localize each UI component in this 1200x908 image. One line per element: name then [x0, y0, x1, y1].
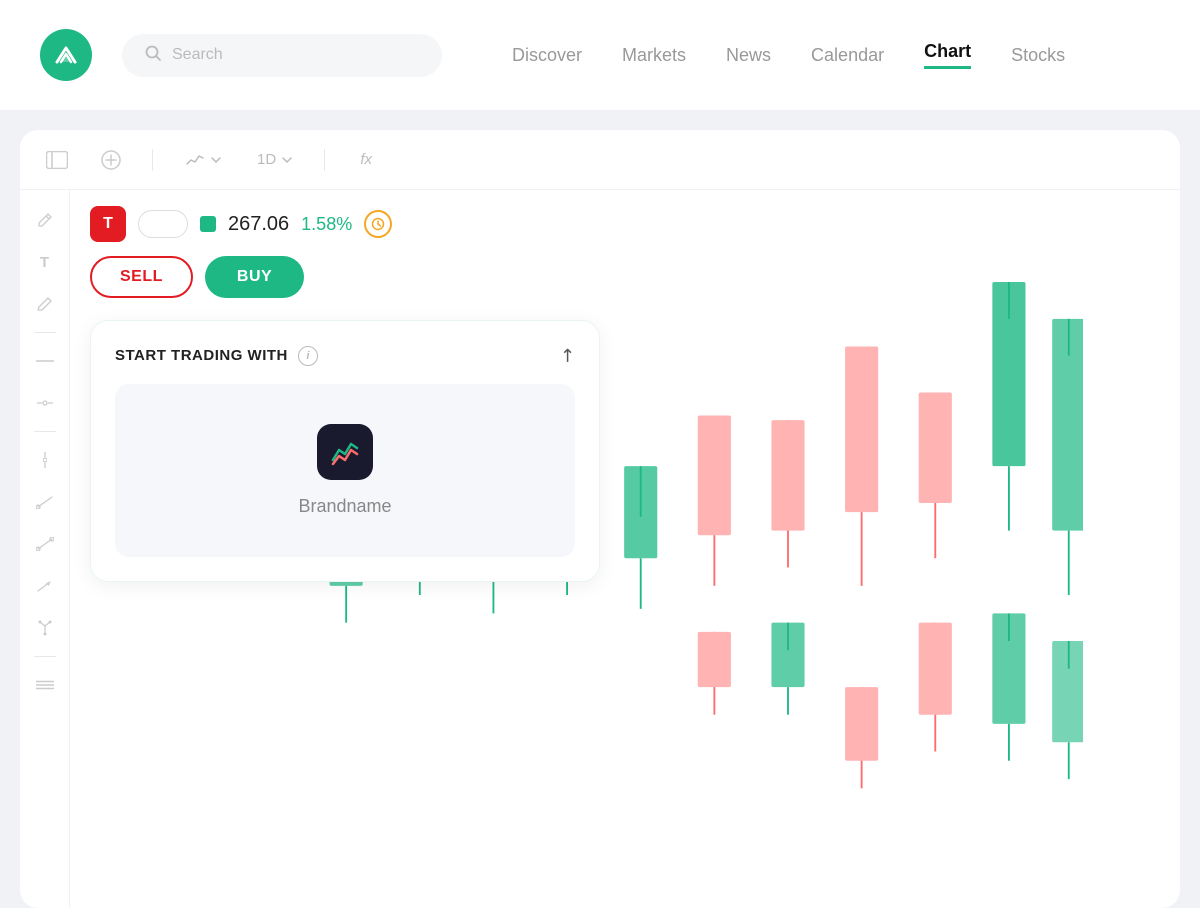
left-tools-panel: T [20, 190, 70, 908]
chart-canvas: T 267.06 1.58% [70, 190, 1180, 908]
search-input-label: Search [172, 46, 223, 64]
tesla-logo: T [90, 206, 126, 242]
trading-widget: START TRADING WITH i ↗ [90, 320, 600, 582]
stock-pill [138, 210, 188, 238]
trade-buttons: SELL BUY [90, 256, 392, 298]
stock-change: 1.58% [301, 214, 352, 235]
timeframe-label: 1D [257, 151, 276, 168]
sell-button[interactable]: SELL [90, 256, 193, 298]
brand-logo-icon [317, 424, 373, 480]
header: Search Discover Markets News Calendar Ch… [0, 0, 1200, 110]
add-indicator-button[interactable] [94, 143, 128, 177]
chart-area: T [20, 190, 1180, 908]
nav-calendar[interactable]: Calendar [811, 45, 884, 66]
nav-markets[interactable]: Markets [622, 45, 686, 66]
main-content: 1D fx T [0, 110, 1200, 908]
search-bar[interactable]: Search [122, 34, 442, 77]
toolbar-divider-2 [324, 149, 325, 171]
fork-tool[interactable] [29, 612, 61, 644]
info-icon[interactable]: i [298, 346, 318, 366]
toolbar: 1D fx [20, 130, 1180, 190]
stock-price: 267.06 [228, 213, 289, 236]
brand-name-label: Brandname [298, 496, 391, 517]
nav-chart[interactable]: Chart [924, 41, 971, 69]
toolbar-divider-1 [152, 149, 153, 171]
trend-line-tool[interactable] [29, 528, 61, 560]
arrow-tool[interactable] [29, 570, 61, 602]
fx-label: fx [360, 151, 372, 168]
vertical-line-tool[interactable] [29, 444, 61, 476]
fx-button[interactable]: fx [349, 143, 383, 177]
tool-divider-2 [34, 431, 56, 432]
stock-color-indicator [200, 216, 216, 232]
text-tool[interactable]: T [29, 246, 61, 278]
search-icon [144, 44, 162, 67]
external-link-icon[interactable]: ↗ [555, 343, 581, 369]
stock-info-panel: T 267.06 1.58% [90, 206, 392, 298]
brand-card[interactable]: Brandname [115, 384, 575, 557]
tool-divider-1 [34, 332, 56, 333]
nav-news[interactable]: News [726, 45, 771, 66]
timeframe-dropdown[interactable]: 1D [249, 147, 300, 172]
stock-header: T 267.06 1.58% [90, 206, 392, 242]
chart-container: 1D fx T [20, 130, 1180, 908]
buy-button[interactable]: BUY [205, 256, 304, 298]
stock-clock-icon [364, 210, 392, 238]
price-line-tool[interactable] [29, 387, 61, 419]
nav-discover[interactable]: Discover [512, 45, 582, 66]
eraser-tool[interactable] [29, 288, 61, 320]
pencil-tool[interactable] [29, 204, 61, 236]
tool-divider-3 [34, 656, 56, 657]
widget-title: START TRADING WITH [115, 347, 288, 364]
logo[interactable] [40, 29, 92, 81]
main-nav: Discover Markets News Calendar Chart Sto… [512, 41, 1160, 69]
chart-type-dropdown[interactable] [177, 148, 229, 172]
more-tools[interactable] [29, 669, 61, 701]
panel-toggle-button[interactable] [40, 143, 74, 177]
horizontal-line-tool[interactable] [29, 345, 61, 377]
widget-title-row: START TRADING WITH i [115, 346, 318, 366]
widget-header: START TRADING WITH i ↗ [115, 345, 575, 366]
nav-stocks[interactable]: Stocks [1011, 45, 1065, 66]
ray-tool[interactable] [29, 486, 61, 518]
